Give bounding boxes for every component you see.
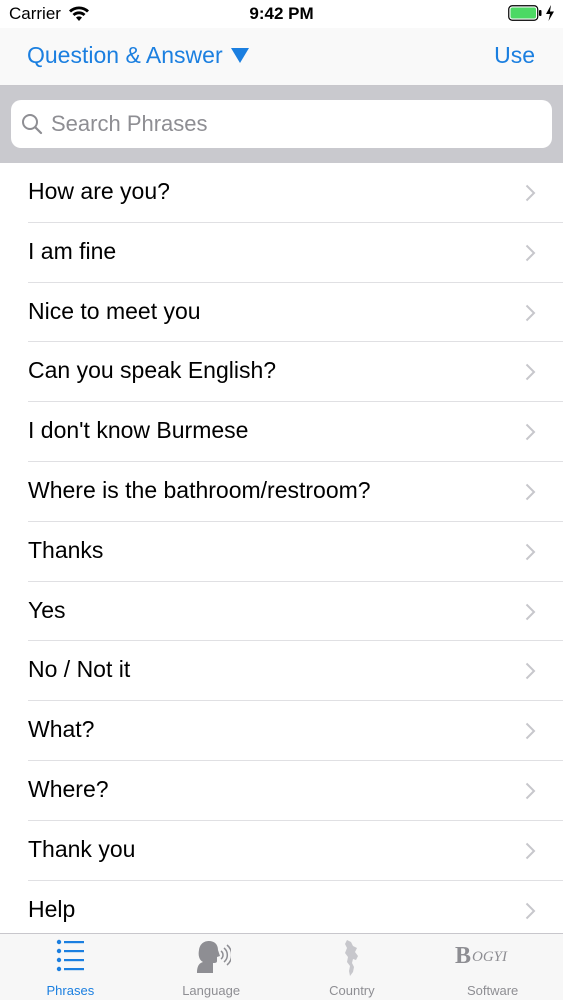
tab-label: Phrases <box>46 983 95 998</box>
bogyi-logo-icon: B OGYI <box>455 943 508 969</box>
phrase-row[interactable]: Can you speak English? <box>0 342 563 402</box>
phrase-row[interactable]: Thank you <box>0 821 563 881</box>
phrase-row[interactable]: Help <box>0 881 563 933</box>
phrase-label: I don't know Burmese <box>28 417 249 444</box>
phrase-label: I am fine <box>28 237 117 264</box>
chevron-right-icon <box>525 364 536 381</box>
phrase-row[interactable]: Where? <box>0 761 563 821</box>
logo-letter: B <box>455 943 471 969</box>
phrase-label: Yes <box>28 596 66 623</box>
battery-icon <box>508 5 542 21</box>
tab-language[interactable]: Language <box>141 934 282 1000</box>
search-input[interactable] <box>51 100 541 148</box>
phrase-row[interactable]: Where is the bathroom/restroom? <box>0 462 563 522</box>
tab-phrases[interactable]: Phrases <box>0 934 141 1000</box>
use-button[interactable]: Use <box>494 42 535 69</box>
chevron-right-icon <box>525 483 536 501</box>
navigation-bar: Question & Answer Use <box>0 28 563 86</box>
phrase-label: Can you speak English? <box>28 357 277 384</box>
category-title: Question & Answer <box>27 42 223 68</box>
phrase-label: Nice to meet you <box>28 297 201 324</box>
chevron-right-icon <box>525 244 536 262</box>
phrase-row[interactable]: Thanks <box>0 522 563 582</box>
chevron-right-icon <box>525 902 536 919</box>
tab-bar: Phrases Language Country B OGYI Software <box>0 933 563 1000</box>
phrase-label: What? <box>28 716 95 743</box>
chevron-right-icon <box>525 782 536 800</box>
phrase-list: How are you? I am fine Nice to meet you … <box>0 163 563 933</box>
tab-label: Software <box>466 983 519 998</box>
phrase-row[interactable]: Nice to meet you <box>0 283 563 343</box>
phrase-label: Thank you <box>28 835 136 862</box>
phrase-label: Where is the bathroom/restroom? <box>28 476 371 503</box>
chevron-right-icon <box>525 184 536 202</box>
list-icon <box>57 939 85 972</box>
phrase-row[interactable]: I am fine <box>0 223 563 283</box>
chevron-right-icon <box>525 423 536 441</box>
category-selector[interactable]: Question & Answer <box>27 42 249 69</box>
phrase-row[interactable]: Yes <box>0 582 563 642</box>
chevron-right-icon <box>525 663 536 680</box>
speaking-head-icon <box>197 941 232 973</box>
chevron-right-icon <box>525 543 536 560</box>
tab-country[interactable]: Country <box>282 934 423 1000</box>
phrase-label: No / Not it <box>28 656 131 683</box>
phrase-row[interactable]: No / Not it <box>0 641 563 701</box>
dropdown-triangle-icon <box>230 48 249 63</box>
search-box[interactable] <box>11 100 552 148</box>
chevron-right-icon <box>525 603 536 620</box>
phrase-row[interactable]: I don't know Burmese <box>0 402 563 462</box>
phrase-row[interactable]: How are you? <box>0 163 563 223</box>
logo-rest: OGYI <box>472 949 508 965</box>
tab-software[interactable]: B OGYI Software <box>422 934 563 1000</box>
country-map-icon <box>344 940 358 976</box>
phrase-row[interactable]: What? <box>0 701 563 761</box>
search-bar-container <box>0 86 563 163</box>
phrase-label: Thanks <box>28 536 104 563</box>
status-time: 9:42 PM <box>249 4 314 23</box>
phrase-label: Help <box>28 895 76 922</box>
search-icon <box>22 114 43 135</box>
tab-label: Language <box>182 983 241 998</box>
chevron-right-icon <box>525 842 536 859</box>
phrase-label: How are you? <box>28 178 170 204</box>
chevron-right-icon <box>525 304 536 321</box>
chevron-right-icon <box>525 722 536 740</box>
status-bar: Carrier 9:42 PM <box>0 0 563 28</box>
battery-group <box>508 5 555 21</box>
tab-label: Country <box>329 983 375 998</box>
charging-bolt-icon <box>546 5 554 21</box>
phrase-label: Where? <box>28 775 109 802</box>
